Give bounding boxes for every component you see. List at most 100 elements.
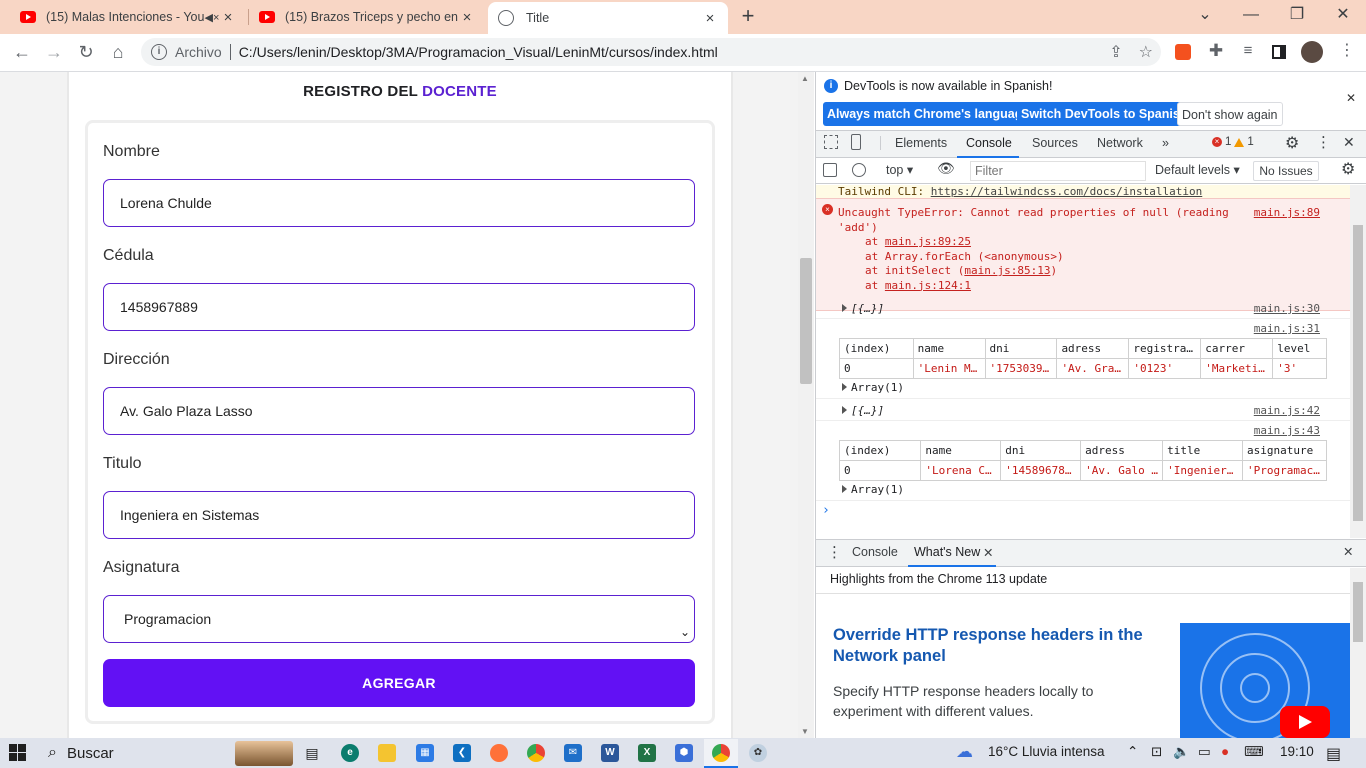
- tab-sources[interactable]: Sources: [1032, 136, 1078, 150]
- store-icon[interactable]: ▦: [416, 744, 434, 762]
- firefox-icon[interactable]: [490, 744, 508, 762]
- keyboard-icon[interactable]: ⌨: [1244, 744, 1264, 760]
- reload-button[interactable]: ↻: [74, 41, 98, 65]
- vscode-icon[interactable]: ❮: [453, 744, 471, 762]
- close-tab-icon[interactable]: ×: [220, 9, 236, 26]
- titulo-input[interactable]: Ingeniera en Sistemas: [103, 491, 695, 539]
- eye-icon[interactable]: 👁: [937, 160, 955, 177]
- tab-network[interactable]: Network: [1097, 136, 1143, 150]
- object-preview[interactable]: [{…}]: [842, 404, 884, 417]
- address-bar[interactable]: i Archivo C:/Users/lenin/Desktop/3MA/Pro…: [141, 38, 1161, 66]
- nombre-input[interactable]: Lorena Chulde: [103, 179, 695, 227]
- url-text[interactable]: C:/Users/lenin/Desktop/3MA/Programacion_…: [239, 44, 718, 60]
- issues-button[interactable]: No Issues: [1253, 161, 1319, 181]
- inspect-element-icon[interactable]: [824, 135, 838, 149]
- source-link[interactable]: main.js:43: [1254, 424, 1320, 437]
- app-icon[interactable]: ✿: [749, 744, 767, 762]
- tab-elements[interactable]: Elements: [895, 136, 947, 150]
- log-levels-dropdown[interactable]: Default levels ▾: [1155, 162, 1240, 177]
- excel-icon[interactable]: X: [638, 744, 656, 762]
- stack-link[interactable]: main.js:89:25: [885, 235, 971, 248]
- table-header[interactable]: level: [1272, 338, 1327, 359]
- close-tab-icon[interactable]: ×: [702, 10, 718, 27]
- console-filter-input[interactable]: Filter: [970, 161, 1146, 181]
- back-button[interactable]: ←: [10, 41, 34, 65]
- array-preview[interactable]: Array(1): [842, 483, 904, 496]
- issues-counter[interactable]: × 1 1: [1212, 136, 1254, 148]
- forward-button[interactable]: →: [42, 41, 66, 65]
- direccion-input[interactable]: Av. Galo Plaza Lasso: [103, 387, 695, 435]
- tab-console[interactable]: Console: [966, 136, 1012, 150]
- table-header[interactable]: adress: [1056, 338, 1130, 359]
- devtools-menu-icon[interactable]: ⋮: [1316, 133, 1331, 151]
- volume-icon[interactable]: 🔈: [1173, 744, 1190, 760]
- table-header[interactable]: (index): [839, 338, 914, 359]
- bookmark-star-icon[interactable]: ☆: [1139, 42, 1153, 62]
- settings-gear-icon[interactable]: ⚙: [1285, 133, 1299, 153]
- console-settings-gear-icon[interactable]: ⚙: [1341, 159, 1355, 179]
- scrollbar-thumb[interactable]: [800, 258, 812, 384]
- close-devtools-icon[interactable]: ✕: [1343, 134, 1355, 151]
- table-header[interactable]: (index): [838, 440, 922, 461]
- browser-tab-active[interactable]: Title ×: [488, 2, 728, 34]
- sidebar-toggle-icon[interactable]: [823, 163, 837, 177]
- table-header[interactable]: name: [920, 440, 1002, 461]
- chrome-icon[interactable]: [712, 744, 730, 762]
- chrome-icon[interactable]: [527, 744, 545, 762]
- close-window-button[interactable]: ✕: [1320, 0, 1366, 34]
- tab-search-button[interactable]: ⌄: [1182, 0, 1228, 34]
- table-header[interactable]: registra…: [1128, 338, 1202, 359]
- side-panel-icon[interactable]: [1272, 45, 1286, 59]
- always-match-language-button[interactable]: Always match Chrome's language: [823, 102, 1034, 126]
- source-link[interactable]: main.js:42: [1254, 404, 1320, 417]
- menu-kebab-icon[interactable]: ⋮: [1335, 40, 1359, 64]
- close-drawer-tab-icon[interactable]: ✕: [983, 545, 993, 560]
- tailwind-docs-link[interactable]: https://tailwindcss.com/docs/installatio…: [931, 185, 1203, 198]
- expand-caret-icon[interactable]: [842, 485, 847, 493]
- scrollbar-thumb[interactable]: [1353, 225, 1363, 521]
- minimize-button[interactable]: —: [1228, 0, 1274, 34]
- word-icon[interactable]: W: [601, 744, 619, 762]
- browser-tab-youtube-1[interactable]: (15) Malas Intenciones - YouTube ◀× ×: [10, 0, 246, 34]
- stack-link[interactable]: main.js:124:1: [885, 279, 971, 292]
- source-link[interactable]: main.js:30: [1254, 302, 1320, 315]
- taskbar-search[interactable]: ⌕ Buscar: [48, 744, 114, 762]
- notifications-icon[interactable]: ▤: [1326, 744, 1341, 764]
- clock[interactable]: 19:10: [1280, 744, 1314, 759]
- page-scrollbar[interactable]: ▲ ▼: [798, 72, 814, 738]
- switch-to-spanish-button[interactable]: Switch DevTools to Spanish: [1017, 102, 1192, 126]
- browser-tab-youtube-2[interactable]: (15) Brazos Triceps y pecho en casa ×: [249, 0, 485, 34]
- expand-caret-icon[interactable]: [842, 383, 847, 391]
- close-drawer-icon[interactable]: ✕: [1343, 544, 1353, 559]
- console-scrollbar[interactable]: [1350, 185, 1366, 538]
- scroll-up-icon[interactable]: ▲: [801, 74, 809, 83]
- table-header[interactable]: title: [1162, 440, 1243, 461]
- antivirus-icon[interactable]: ●: [1221, 744, 1229, 759]
- drawer-tab-whats-new[interactable]: What's New: [914, 545, 980, 559]
- context-selector[interactable]: top ▾: [886, 162, 913, 177]
- drawer-menu-icon[interactable]: ⋮: [827, 543, 842, 561]
- more-tabs-icon[interactable]: »: [1162, 136, 1169, 150]
- puzzle-extensions-icon[interactable]: ✚: [1204, 40, 1228, 64]
- file-explorer-icon[interactable]: [378, 744, 396, 762]
- scroll-down-icon[interactable]: ▼: [801, 727, 809, 736]
- array-preview[interactable]: Array(1): [842, 381, 904, 394]
- network-icon[interactable]: ⊡: [1151, 744, 1162, 760]
- clear-console-icon[interactable]: [852, 163, 866, 177]
- home-button[interactable]: ⌂: [106, 41, 130, 65]
- scrollbar-thumb[interactable]: [1353, 582, 1363, 642]
- speaker-muted-icon[interactable]: ◀×: [204, 11, 220, 24]
- share-icon[interactable]: ⇪: [1109, 42, 1122, 62]
- cedula-input[interactable]: 1458967889: [103, 283, 695, 331]
- device-toolbar-icon[interactable]: [851, 134, 861, 150]
- profile-avatar[interactable]: [1301, 41, 1323, 63]
- task-view-icon[interactable]: ▤: [303, 744, 321, 762]
- app-icon[interactable]: ⬢: [675, 744, 693, 762]
- close-infobar-icon[interactable]: ✕: [1346, 91, 1356, 105]
- weather-text[interactable]: 16°C Lluvia intensa: [988, 744, 1104, 759]
- info-icon[interactable]: i: [151, 44, 167, 60]
- console-prompt[interactable]: ›: [816, 503, 1350, 521]
- youtube-play-icon[interactable]: [1280, 706, 1330, 738]
- expand-caret-icon[interactable]: [842, 406, 847, 414]
- mail-icon[interactable]: ✉: [564, 744, 582, 762]
